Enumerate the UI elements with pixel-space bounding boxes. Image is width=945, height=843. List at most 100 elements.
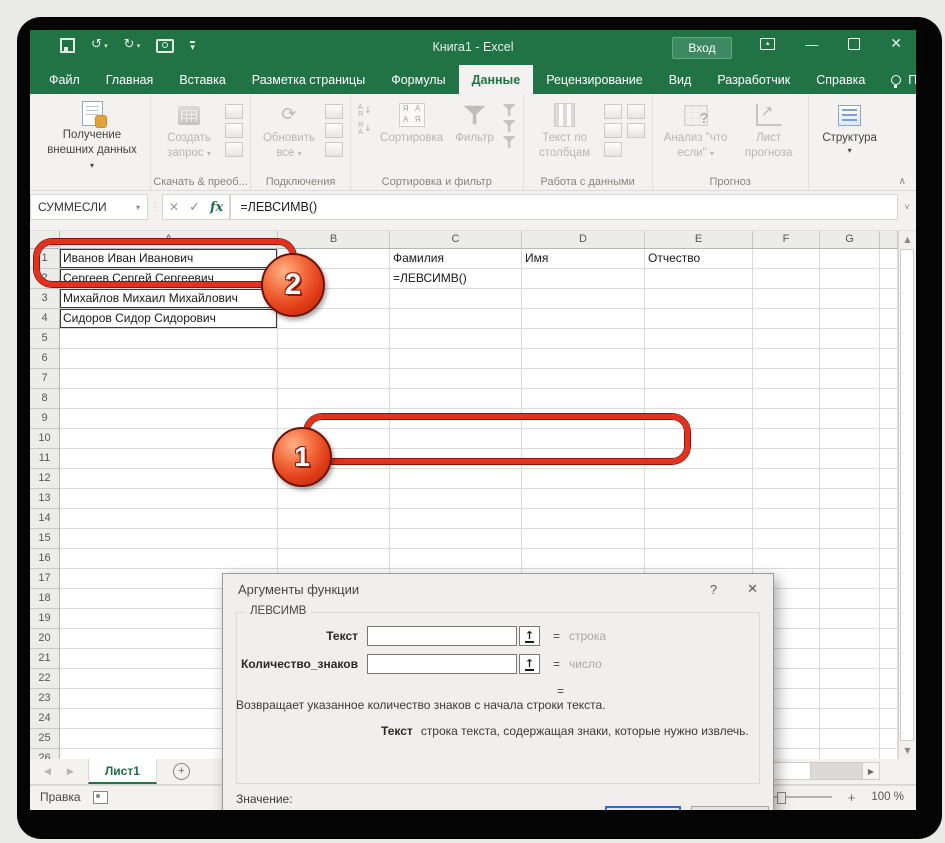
row-header-26[interactable]: 26 <box>30 749 60 759</box>
cell-E4[interactable] <box>645 309 753 329</box>
cell-G16[interactable] <box>820 549 880 569</box>
text-to-columns-button[interactable]: Текст по столбцам <box>531 99 599 171</box>
cell-F11[interactable] <box>753 449 820 469</box>
cell-G24[interactable] <box>820 709 880 729</box>
cell-A14[interactable] <box>60 509 278 529</box>
row-header-5[interactable]: 5 <box>30 329 60 349</box>
cell-G13[interactable] <box>820 489 880 509</box>
cell-D16[interactable] <box>522 549 645 569</box>
row-header-10[interactable]: 10 <box>30 429 60 449</box>
scroll-up-icon[interactable]: ▲ <box>899 231 916 248</box>
cell-B6[interactable] <box>278 349 390 369</box>
workbook-connections-icon[interactable] <box>325 123 343 138</box>
cell-G22[interactable] <box>820 669 880 689</box>
recent-sources-icon[interactable] <box>225 123 243 138</box>
cell-G7[interactable] <box>820 369 880 389</box>
row-header-9[interactable]: 9 <box>30 409 60 429</box>
sort-ascending-icon[interactable]: АЯ↓ <box>358 104 372 118</box>
ok-button[interactable]: ОК <box>605 806 681 810</box>
row-header-17[interactable]: 17 <box>30 569 60 589</box>
row-header-7[interactable]: 7 <box>30 369 60 389</box>
cell-F1[interactable] <box>753 249 820 269</box>
cell-D1[interactable]: Имя <box>522 249 645 269</box>
cell-G11[interactable] <box>820 449 880 469</box>
row-header-21[interactable]: 21 <box>30 649 60 669</box>
cell-C1[interactable]: Фамилия <box>390 249 522 269</box>
cell-A8[interactable] <box>60 389 278 409</box>
column-header-E[interactable]: E <box>645 231 753 249</box>
argument-input[interactable] <box>367 654 517 674</box>
clear-filter-icon[interactable] <box>503 104 516 116</box>
remove-duplicates-icon[interactable] <box>604 123 622 138</box>
cell-A3[interactable]: Михайлов Михаил Михайлович <box>60 289 278 309</box>
cell-C4[interactable] <box>390 309 522 329</box>
cell-C6[interactable] <box>390 349 522 369</box>
cell-E7[interactable] <box>645 369 753 389</box>
row-header-24[interactable]: 24 <box>30 709 60 729</box>
next-sheet-icon[interactable]: ▶ <box>67 767 74 777</box>
maximize-icon[interactable] <box>848 38 860 50</box>
tab-page-layout[interactable]: Разметка страницы <box>239 65 378 94</box>
formula-bar-handle[interactable]: ⋮ <box>148 191 162 223</box>
zoom-in-icon[interactable]: + <box>848 790 856 805</box>
tab-assistant[interactable]: Помощн <box>878 65 916 94</box>
cell-G25[interactable] <box>820 729 880 749</box>
cell-C12[interactable] <box>390 469 522 489</box>
row-header-18[interactable]: 18 <box>30 589 60 609</box>
tab-review[interactable]: Рецензирование <box>533 65 656 94</box>
scroll-down-icon[interactable]: ▼ <box>899 742 916 759</box>
column-header-B[interactable]: B <box>278 231 390 249</box>
cell-F3[interactable] <box>753 289 820 309</box>
row-header-13[interactable]: 13 <box>30 489 60 509</box>
cell-A4[interactable]: Сидоров Сидор Сидорович <box>60 309 278 329</box>
row-header-11[interactable]: 11 <box>30 449 60 469</box>
cell-G15[interactable] <box>820 529 880 549</box>
cell-C13[interactable] <box>390 489 522 509</box>
row-header-12[interactable]: 12 <box>30 469 60 489</box>
cell-B5[interactable] <box>278 329 390 349</box>
cell-F13[interactable] <box>753 489 820 509</box>
zoom-slider-thumb[interactable] <box>777 792 786 804</box>
add-sheet-icon[interactable]: + <box>173 763 190 780</box>
cancel-icon[interactable]: ✕ <box>169 200 179 214</box>
cell-F8[interactable] <box>753 389 820 409</box>
cell-C7[interactable] <box>390 369 522 389</box>
relationships-icon[interactable] <box>627 123 645 138</box>
cell-F9[interactable] <box>753 409 820 429</box>
cell-G19[interactable] <box>820 609 880 629</box>
cell-C16[interactable] <box>390 549 522 569</box>
tab-file[interactable]: Файл <box>36 65 93 94</box>
range-picker-button[interactable]: ↑ <box>519 654 540 674</box>
row-header-16[interactable]: 16 <box>30 549 60 569</box>
cell-G1[interactable] <box>820 249 880 269</box>
cell-C15[interactable] <box>390 529 522 549</box>
cell-D12[interactable] <box>522 469 645 489</box>
tab-data[interactable]: Данные <box>459 65 534 94</box>
cell-F6[interactable] <box>753 349 820 369</box>
cell-B16[interactable] <box>278 549 390 569</box>
sign-in-button[interactable]: Вход <box>672 37 732 59</box>
column-header-F[interactable]: F <box>753 231 820 249</box>
cell-F4[interactable] <box>753 309 820 329</box>
cell-B7[interactable] <box>278 369 390 389</box>
cell-F10[interactable] <box>753 429 820 449</box>
cell-E15[interactable] <box>645 529 753 549</box>
range-picker-button[interactable]: ↑ <box>519 626 540 646</box>
sort-descending-icon[interactable]: ЯА↓ <box>358 122 372 136</box>
cell-A9[interactable] <box>60 409 278 429</box>
forecast-sheet-button[interactable]: Лист прогноза <box>737 99 801 171</box>
cell-G26[interactable] <box>820 749 880 759</box>
cell-G5[interactable] <box>820 329 880 349</box>
row-header-23[interactable]: 23 <box>30 689 60 709</box>
tab-view[interactable]: Вид <box>656 65 705 94</box>
cell-G4[interactable] <box>820 309 880 329</box>
cell-F15[interactable] <box>753 529 820 549</box>
row-header-22[interactable]: 22 <box>30 669 60 689</box>
vertical-scroll-thumb[interactable] <box>900 249 914 741</box>
cell-F12[interactable] <box>753 469 820 489</box>
cell-B15[interactable] <box>278 529 390 549</box>
connection-properties-icon[interactable] <box>325 104 343 119</box>
advanced-filter-icon[interactable] <box>503 136 516 148</box>
row-header-19[interactable]: 19 <box>30 609 60 629</box>
row-header-4[interactable]: 4 <box>30 309 60 329</box>
